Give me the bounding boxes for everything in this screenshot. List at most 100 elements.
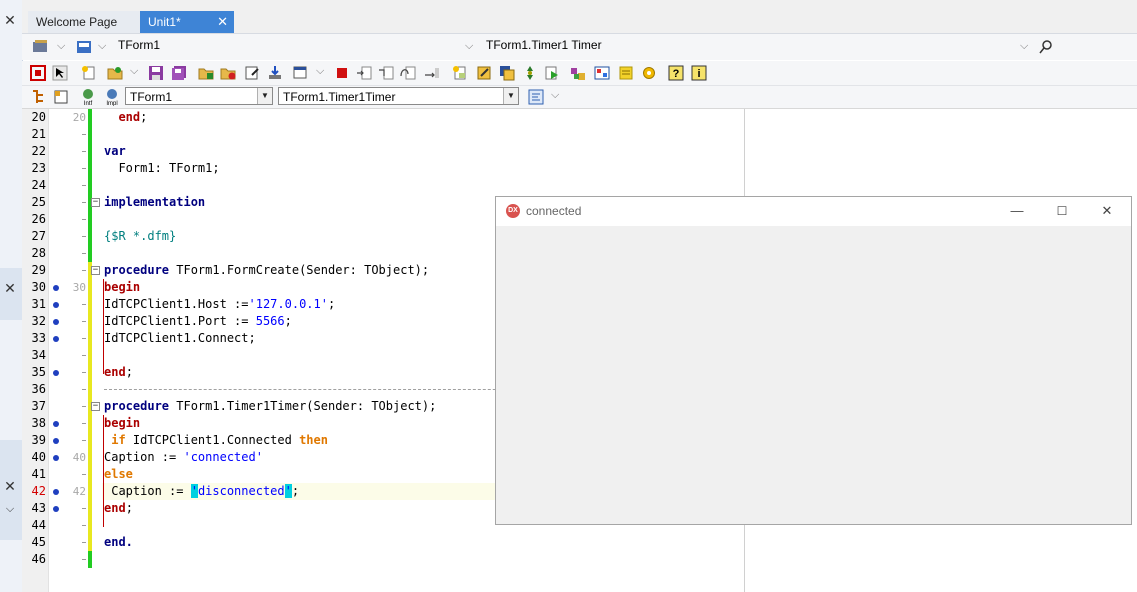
chevron-down-icon[interactable]: ⌵ (57, 40, 65, 53)
breakpoint-dot-icon[interactable] (53, 455, 59, 461)
code-line[interactable]: var (104, 143, 126, 160)
breakpoint-dot-icon[interactable] (53, 506, 59, 512)
code-line[interactable]: {$R *.dfm} (104, 228, 176, 245)
method-combo[interactable]: TForm1.Timer1Timer ▼ (278, 87, 519, 105)
resource-icon[interactable] (522, 65, 538, 81)
remove-from-project-icon[interactable] (220, 65, 236, 81)
method-dropdown[interactable]: TForm1.Timer1 Timer (486, 38, 602, 52)
add-to-project-icon[interactable] (198, 65, 214, 81)
code-line[interactable]: end; (104, 500, 133, 517)
new-item-icon[interactable] (81, 65, 97, 81)
line-number: 45 (31, 535, 46, 549)
code-line[interactable]: Caption := 'connected' (104, 449, 263, 466)
code-line[interactable]: end; (104, 109, 147, 126)
code-line[interactable]: IdTCPClient1.Port := 5566; (104, 313, 292, 330)
close-button[interactable]: ✕ (1097, 201, 1117, 221)
class-dropdown[interactable]: TForm1 (118, 38, 160, 52)
run-icon[interactable] (544, 65, 560, 81)
tab-unit1[interactable]: Unit1* ✕ (140, 11, 234, 33)
class-explorer-icon[interactable] (31, 89, 47, 105)
fit-icon[interactable] (30, 65, 46, 81)
save-icon[interactable] (148, 65, 164, 81)
code-line[interactable]: else (104, 466, 133, 483)
component-palette-icon[interactable] (594, 65, 610, 81)
view-icon[interactable] (75, 39, 93, 55)
fold-toggle-icon[interactable]: − (91, 402, 100, 411)
notes-icon[interactable] (618, 65, 634, 81)
view-form-icon[interactable] (292, 65, 308, 81)
code-line[interactable]: if IdTCPClient1.Connected then (104, 432, 328, 449)
breakpoint-dot-icon[interactable] (53, 489, 59, 495)
tab-welcome-page[interactable]: Welcome Page (28, 11, 148, 33)
close-tab-icon[interactable]: ✕ (217, 11, 228, 33)
breakpoint-dot-icon[interactable] (53, 302, 59, 308)
options-icon[interactable] (244, 65, 260, 81)
fold-toggle-icon[interactable]: − (91, 266, 100, 275)
line-tick (82, 474, 86, 475)
close-icon[interactable]: ✕ (3, 13, 17, 27)
class-combo[interactable]: TForm1 ▼ (125, 87, 273, 105)
open-project-icon[interactable] (107, 65, 123, 81)
code-line[interactable]: Caption := 'disconnected'; (104, 483, 299, 500)
chevron-down-icon[interactable]: ⌵ (316, 65, 324, 78)
edit-icon[interactable] (476, 65, 492, 81)
packages-icon[interactable] (570, 65, 586, 81)
close-icon[interactable]: ✕ (3, 281, 17, 295)
code-line[interactable]: IdTCPClient1.Connect; (104, 330, 256, 347)
chevron-down-icon[interactable]: ⌵ (130, 65, 138, 78)
step-over-icon[interactable] (400, 65, 416, 81)
code-line[interactable]: begin (104, 279, 140, 296)
structure-icon[interactable] (53, 89, 69, 105)
implementation-icon[interactable]: Impl (104, 88, 120, 106)
run-to-cursor-icon[interactable] (424, 65, 440, 81)
breakpoint-dot-icon[interactable] (53, 319, 59, 325)
deploy-icon[interactable] (267, 65, 283, 81)
code-line[interactable]: end; (104, 364, 133, 381)
toggle-form-unit-icon[interactable] (499, 65, 515, 81)
code-line[interactable]: procedure TForm1.Timer1Timer(Sender: TOb… (104, 398, 436, 415)
breakpoint-dot-icon[interactable] (53, 370, 59, 376)
minimize-button[interactable]: — (1007, 201, 1027, 221)
help-icon[interactable]: ? (668, 65, 684, 81)
stop-icon[interactable] (334, 65, 350, 81)
dropdown-arrow-icon[interactable]: ▼ (257, 88, 272, 104)
breakpoint-dot-icon[interactable] (53, 336, 59, 342)
fold-toggle-icon[interactable]: − (91, 198, 100, 207)
code-line[interactable]: IdTCPClient1.Host :='127.0.0.1'; (104, 296, 335, 313)
select-icon[interactable] (52, 65, 68, 81)
step-icon[interactable] (356, 65, 372, 81)
running-form-window[interactable]: DX connected — ☐ ✕ (495, 196, 1132, 525)
new-unit-icon[interactable] (452, 65, 468, 81)
code-token: disconnected (197, 484, 285, 498)
info-icon[interactable]: i (691, 65, 707, 81)
change-bar (88, 126, 92, 143)
trace-into-icon[interactable] (378, 65, 394, 81)
components-icon[interactable] (32, 39, 50, 55)
line-marker-number: 20 (72, 111, 86, 124)
code-line[interactable]: begin (104, 415, 140, 432)
breakpoint-dot-icon[interactable] (53, 285, 59, 291)
dropdown-arrow-icon[interactable]: ▼ (503, 88, 518, 104)
code-line[interactable]: end. (104, 534, 133, 551)
breakpoint-dot-icon[interactable] (53, 421, 59, 427)
gear-icon[interactable] (641, 65, 657, 81)
interface-icon[interactable]: Intf (80, 88, 96, 106)
code-token: TForm1.Timer1Timer(Sender: TObject); (169, 399, 437, 413)
close-icon[interactable]: ✕ (3, 479, 17, 493)
maximize-button[interactable]: ☐ (1052, 201, 1072, 221)
breakpoint-dot-icon[interactable] (53, 438, 59, 444)
search-icon[interactable] (1039, 40, 1053, 54)
chevron-down-icon[interactable]: ⌵ (3, 502, 17, 516)
format-icon[interactable] (528, 89, 544, 105)
fold-bracket (103, 279, 104, 374)
save-all-icon[interactable] (171, 65, 187, 81)
code-line[interactable]: implementation (104, 194, 205, 211)
code-line[interactable]: procedure TForm1.FormCreate(Sender: TObj… (104, 262, 429, 279)
line-tick (82, 525, 86, 526)
chevron-down-icon[interactable]: ⌵ (465, 40, 473, 53)
code-line[interactable]: Form1: TForm1; (104, 160, 219, 177)
chevron-down-icon[interactable]: ⌵ (1020, 40, 1028, 53)
chevron-down-icon[interactable]: ⌵ (551, 89, 559, 102)
window-titlebar[interactable]: DX connected — ☐ ✕ (496, 197, 1131, 226)
chevron-down-icon[interactable]: ⌵ (98, 40, 106, 53)
